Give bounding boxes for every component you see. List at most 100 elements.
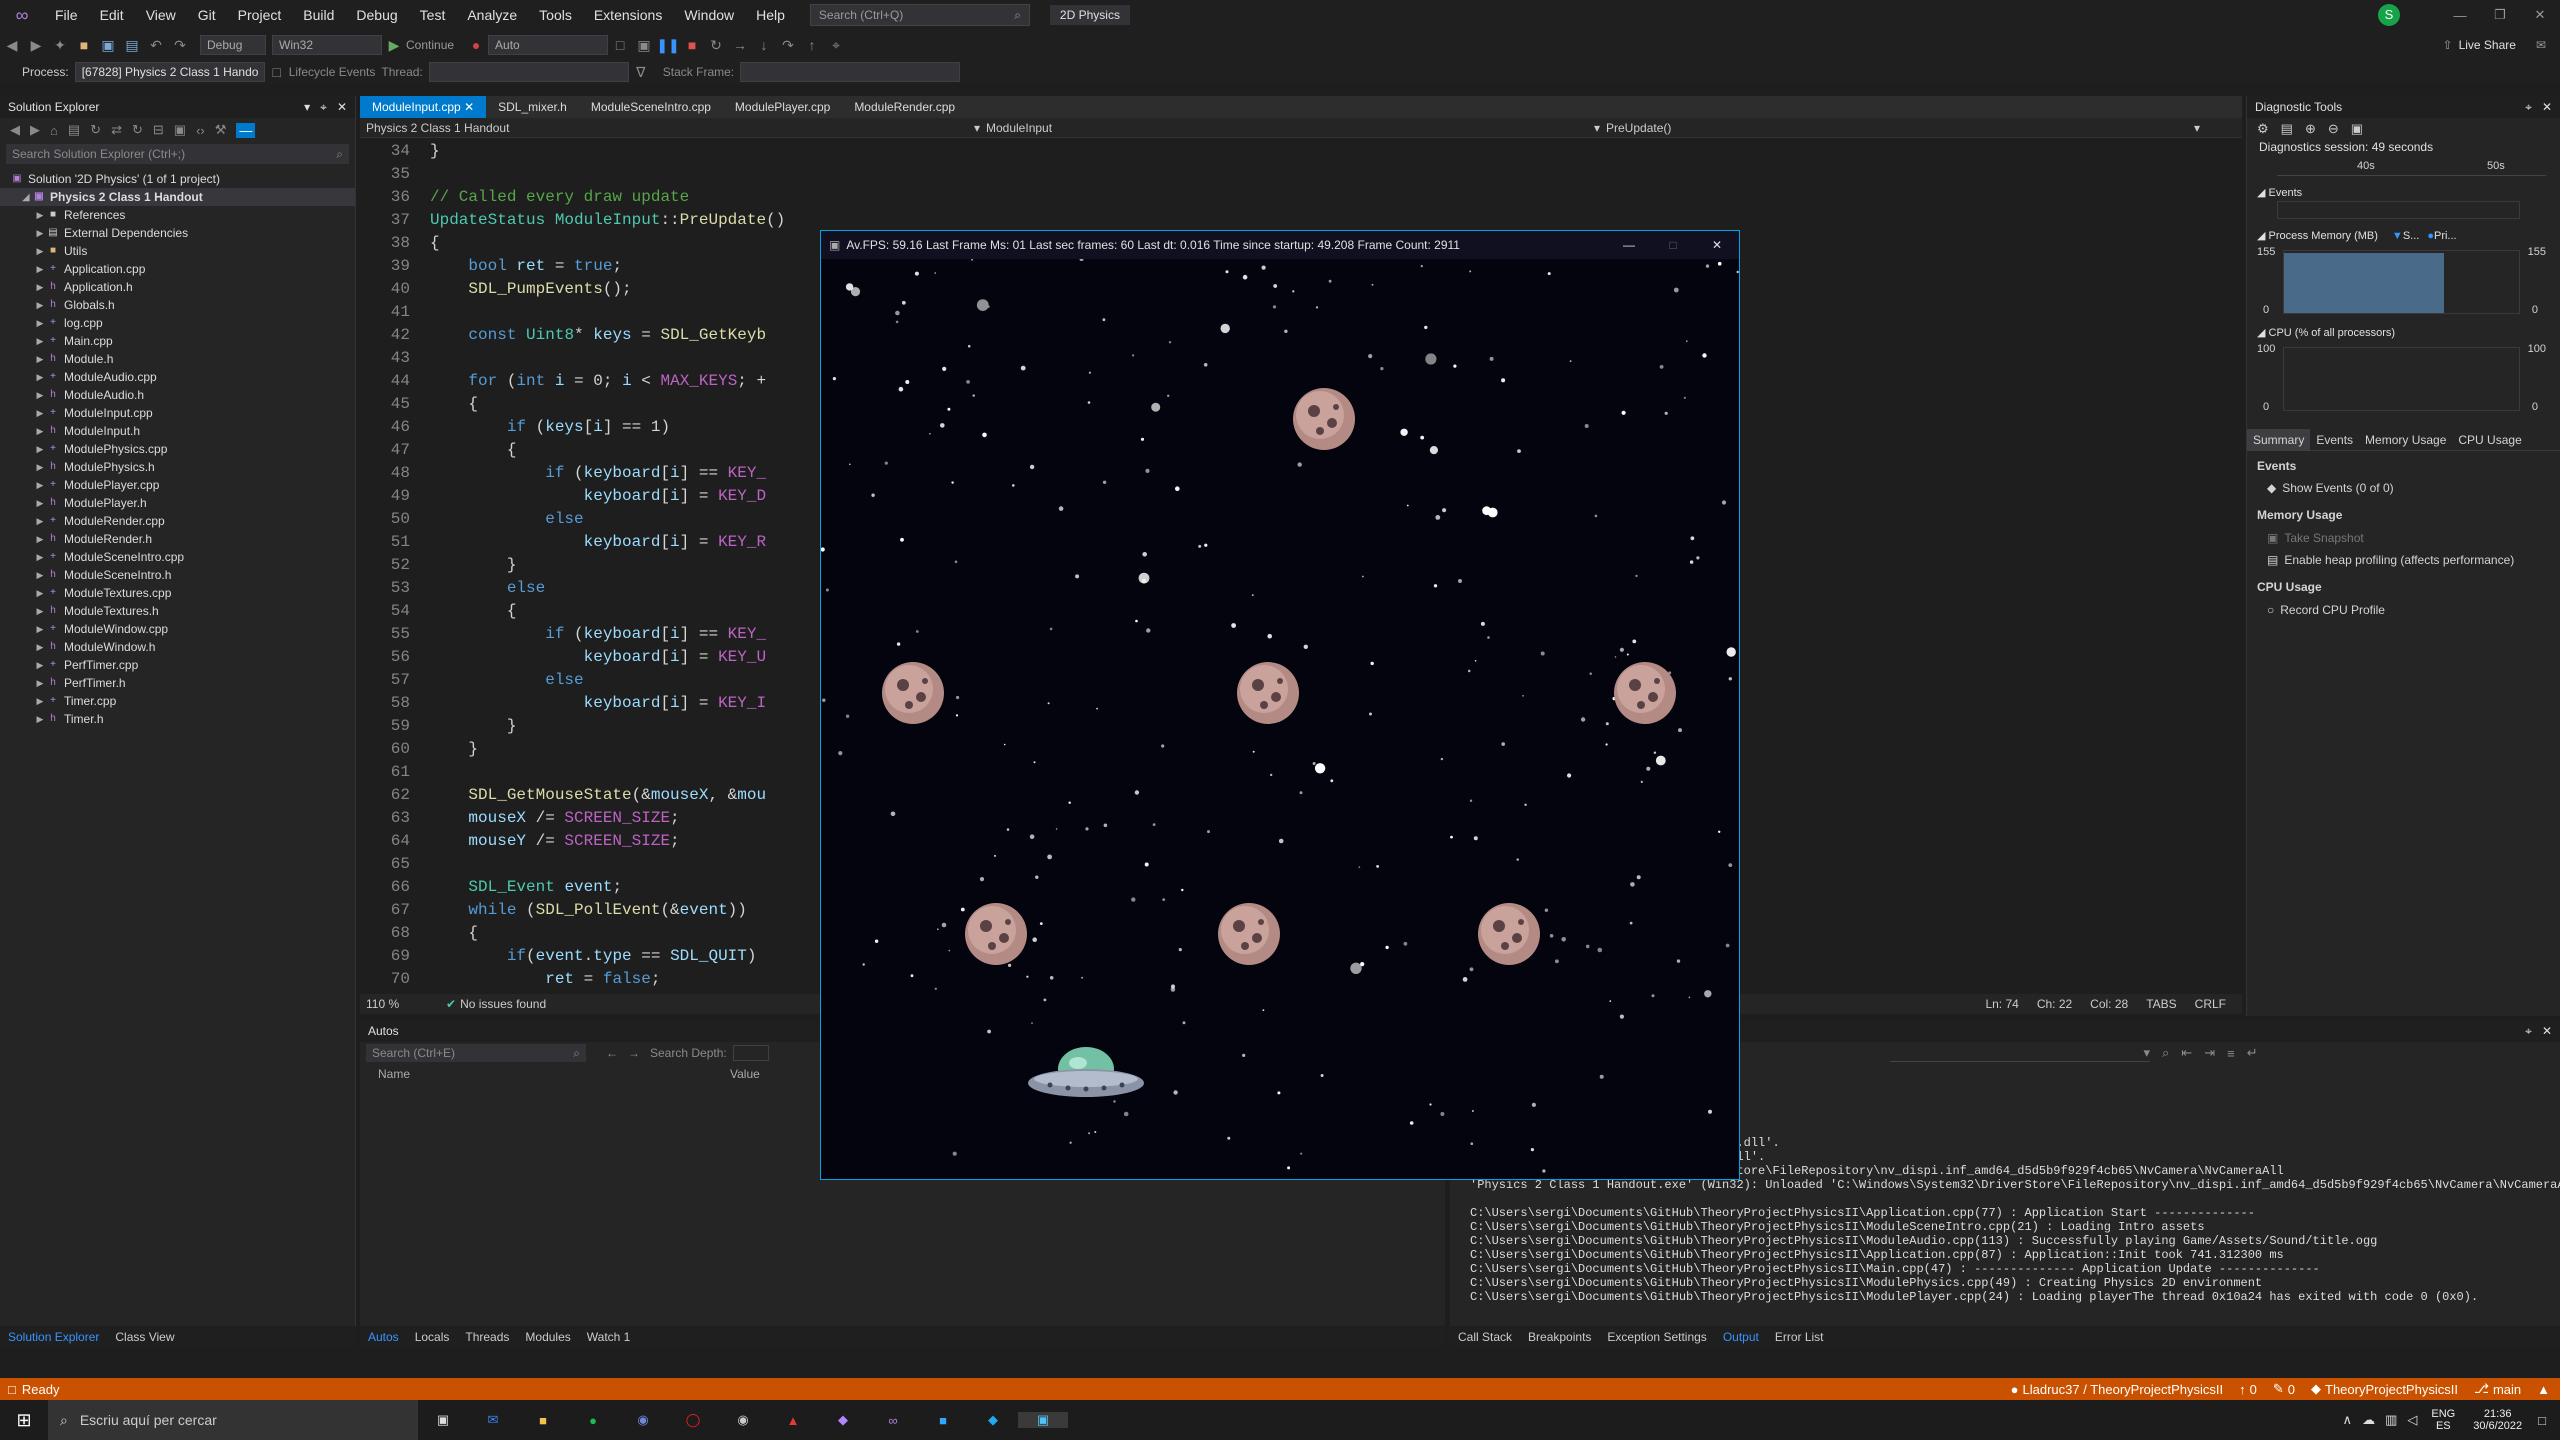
tab-autos[interactable]: Autos <box>360 1327 407 1347</box>
solution-file-item[interactable]: ▶ h Application.h <box>0 278 355 296</box>
game-app-icon[interactable]: ▣ <box>1018 1412 1068 1428</box>
visual-studio-icon[interactable]: ∞ <box>868 1413 918 1428</box>
repo-link[interactable]: Lladruc37 / TheoryProjectPhysicsII <box>2023 1382 2224 1397</box>
zoom-in-icon[interactable]: ⊕ <box>2305 121 2316 137</box>
vscode-icon[interactable]: ◆ <box>968 1412 1018 1428</box>
solution-file-item[interactable]: ▶ h ModuleAudio.h <box>0 386 355 404</box>
process-select[interactable]: [67828] Physics 2 Class 1 Handout. <box>74 62 265 82</box>
task-view-icon[interactable]: ▣ <box>418 1412 468 1428</box>
solution-file-item[interactable]: ▶ + ModuleWindow.cpp <box>0 620 355 638</box>
step-over-icon[interactable]: ↷ <box>776 37 800 54</box>
solution-file-item[interactable]: ▶ ■ Utils <box>0 242 355 260</box>
live-share-icon[interactable]: ⇧ <box>2443 38 2453 52</box>
sync-icon[interactable]: ⇄ <box>111 122 122 138</box>
take-snapshot-link[interactable]: Take Snapshot <box>2284 531 2363 545</box>
menu-test[interactable]: Test <box>409 0 457 30</box>
start-icon[interactable]: ⊞ <box>0 1400 48 1440</box>
tab-cpu-usage[interactable]: CPU Usage <box>2452 433 2527 447</box>
show-next-statement-icon[interactable]: → <box>728 37 752 53</box>
github-desktop-icon[interactable]: ◆ <box>818 1412 868 1428</box>
solution-file-item[interactable]: ▶ h ModulePlayer.h <box>0 494 355 512</box>
pin-icon[interactable]: ⌖ <box>2525 1020 2532 1042</box>
expand-icon[interactable]: ▶ <box>34 674 46 692</box>
collapse-all-icon[interactable]: ⊟ <box>153 122 164 138</box>
lifecycle-label[interactable]: Lifecycle Events <box>289 65 376 79</box>
zoom-out-icon[interactable]: ⊖ <box>2328 121 2339 137</box>
open-icon[interactable]: ■ <box>72 37 96 53</box>
taskbar-search-input[interactable]: ⌕ Escriu aquí per cercar <box>48 1400 418 1440</box>
pending-changes-icon[interactable]: ↻ <box>90 122 101 138</box>
expand-icon[interactable]: ▶ <box>34 584 46 602</box>
game-canvas[interactable] <box>821 259 1739 1179</box>
solution-file-item[interactable]: ▶ + PerfTimer.cpp <box>0 656 355 674</box>
config-select[interactable]: Debug <box>200 35 266 55</box>
menu-extensions[interactable]: Extensions <box>583 0 673 30</box>
word-wrap-icon[interactable]: ↵ <box>2247 1045 2258 1061</box>
restart-icon[interactable]: ↻ <box>704 37 728 54</box>
edit-count[interactable]: 0 <box>2288 1382 2295 1397</box>
tab-watch-1[interactable]: Watch 1 <box>579 1327 639 1347</box>
eol-mode[interactable]: CRLF <box>2195 997 2226 1011</box>
solution-file-item[interactable]: ▶ + ModuleTextures.cpp <box>0 584 355 602</box>
code-line[interactable]: 35 <box>360 163 2242 186</box>
solution-file-item[interactable]: ▶ + Main.cpp <box>0 332 355 350</box>
switch-views-icon[interactable]: ▤ <box>68 122 80 138</box>
expand-icon[interactable]: ▶ <box>34 476 46 494</box>
expand-icon[interactable]: ▶ <box>34 278 46 296</box>
search-input[interactable]: Search (Ctrl+Q) ⌕ <box>809 4 1030 26</box>
minimize-icon[interactable]: — <box>1607 238 1651 252</box>
tray-chevron-icon[interactable]: ∧ <box>2343 1412 2353 1428</box>
minimize-icon[interactable]: — <box>2440 8 2480 23</box>
menu-tools[interactable]: Tools <box>528 0 583 30</box>
continue-icon[interactable]: ▶ <box>382 37 406 54</box>
back-icon[interactable]: ◀ <box>10 122 20 138</box>
issues-status[interactable]: No issues found <box>460 997 546 1011</box>
active-icon[interactable]: — <box>236 122 256 138</box>
expand-icon[interactable]: ▶ <box>34 422 46 440</box>
scope-dropdown[interactable]: ModuleInput ▾ <box>980 121 1600 135</box>
refresh-icon[interactable]: ↻ <box>132 122 143 138</box>
close-icon[interactable]: ✕ <box>2542 1020 2552 1042</box>
solution-file-item[interactable]: ▶ h PerfTimer.h <box>0 674 355 692</box>
expand-icon[interactable]: ▶ <box>34 368 46 386</box>
expand-icon[interactable]: ▶ <box>34 494 46 512</box>
opera-icon[interactable]: ◯ <box>668 1412 718 1428</box>
solution-file-item[interactable]: ▶ + ModulePlayer.cpp <box>0 476 355 494</box>
tab-solution-explorer[interactable]: Solution Explorer <box>0 1327 107 1347</box>
expand-icon[interactable]: ▶ <box>34 404 46 422</box>
volume-icon[interactable]: ◁ <box>2407 1412 2417 1428</box>
take-snapshot-row[interactable]: ▣ Take Snapshot <box>2257 527 2550 549</box>
zoom-level[interactable]: 110 % <box>366 997 446 1011</box>
expand-icon[interactable]: ▶ <box>34 296 46 314</box>
expand-icon[interactable]: ▶ <box>34 314 46 332</box>
close-tab-icon[interactable]: ✕ <box>464 100 474 114</box>
solution-file-item[interactable]: ▶ h ModuleWindow.h <box>0 638 355 656</box>
clear-all-icon[interactable]: ≡ <box>2227 1046 2235 1061</box>
menu-help[interactable]: Help <box>745 0 796 30</box>
expand-icon[interactable]: ◢ <box>20 188 32 206</box>
solution-file-item[interactable]: ▶ + Timer.cpp <box>0 692 355 710</box>
continue-button[interactable]: Continue <box>406 38 454 52</box>
properties-icon[interactable]: ⚒ <box>215 122 227 138</box>
solution-file-item[interactable]: ▶ h ModuleInput.h <box>0 422 355 440</box>
close-icon[interactable]: ✕ <box>1695 238 1739 252</box>
tab-modulerender-cpp[interactable]: ModuleRender.cpp <box>842 96 967 118</box>
show-events-row[interactable]: ◆ Show Events (0 of 0) <box>2257 477 2550 499</box>
tab-breakpoints[interactable]: Breakpoints <box>1520 1327 1599 1347</box>
solution-file-item[interactable]: ▶ + ModuleSceneIntro.cpp <box>0 548 355 566</box>
solution-file-item[interactable]: ▶ + ModuleInput.cpp <box>0 404 355 422</box>
expand-icon[interactable]: ▶ <box>34 440 46 458</box>
prev-message-icon[interactable]: ⇤ <box>2181 1045 2192 1061</box>
show-all-files-icon[interactable]: ▣ <box>174 122 186 138</box>
solution-file-item[interactable]: ▶ + ModuleRender.cpp <box>0 512 355 530</box>
forward-icon[interactable]: ▶ <box>24 37 48 54</box>
solution-file-item[interactable]: ▶ h ModuleSceneIntro.h <box>0 566 355 584</box>
acrobat-icon[interactable]: ▲ <box>768 1413 818 1428</box>
expand-icon[interactable]: ▶ <box>34 260 46 278</box>
settings-icon[interactable]: ⚙ <box>2257 121 2269 137</box>
tab-locals[interactable]: Locals <box>407 1327 458 1347</box>
stop-icon[interactable]: ■ <box>680 37 704 53</box>
solution-file-item[interactable]: ▶ h Module.h <box>0 350 355 368</box>
discord-icon[interactable]: ◉ <box>618 1412 668 1428</box>
auto-select[interactable]: Auto <box>488 35 609 55</box>
